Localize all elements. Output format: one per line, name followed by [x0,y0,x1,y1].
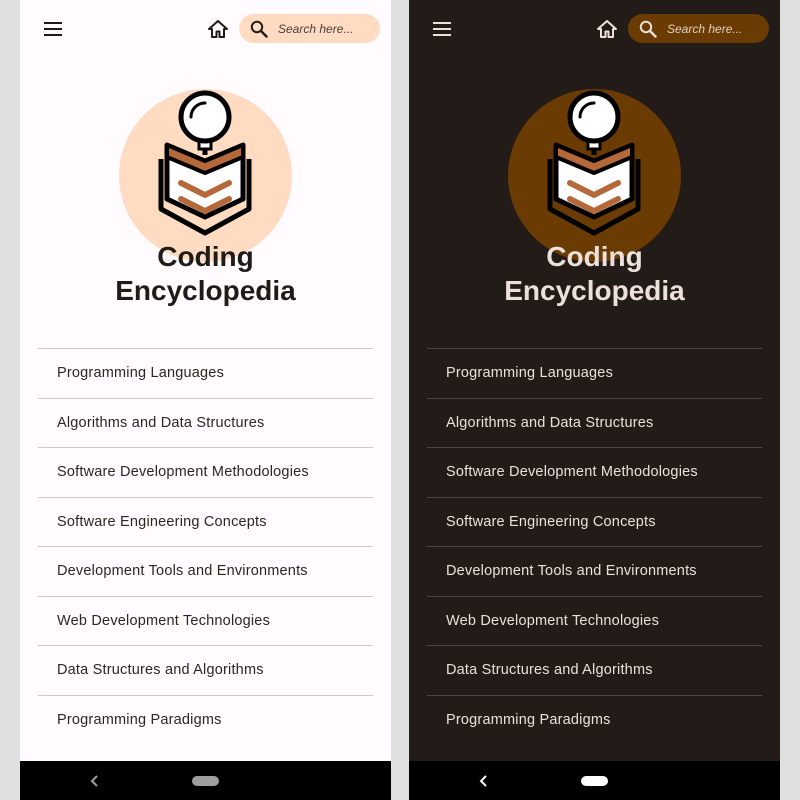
category-list: Programming Languages Algorithms and Dat… [38,348,373,744]
hamburger-menu-icon [433,22,451,36]
top-app-bar [409,0,780,58]
home-icon [597,20,617,38]
category-item[interactable]: Web Development Technologies [427,595,762,646]
category-item[interactable]: Programming Paradigms [427,694,762,745]
system-nav-bar [20,761,391,800]
search-bar[interactable] [628,14,769,43]
category-item[interactable]: Software Development Methodologies [38,447,373,497]
encyclopedia-book-magnifier-icon [547,90,641,236]
app-logo [119,89,292,262]
app-title-line1: Coding [546,241,643,272]
home-pill-icon[interactable] [192,776,219,786]
back-button[interactable] [86,772,104,790]
category-item[interactable]: Software Engineering Concepts [38,496,373,547]
light-theme-screen: Coding Encyclopedia Programming Language… [20,0,391,800]
category-item[interactable]: Programming Languages [427,348,762,398]
category-item[interactable]: Web Development Technologies [38,595,373,646]
category-list: Programming Languages Algorithms and Dat… [427,348,762,744]
category-item[interactable]: Development Tools and Environments [427,546,762,596]
encyclopedia-book-magnifier-icon [158,90,252,236]
app-title-line1: Coding [157,241,254,272]
search-input[interactable] [667,21,762,36]
home-button[interactable] [206,17,230,41]
category-item[interactable]: Programming Paradigms [38,694,373,745]
search-icon [639,19,659,39]
category-item[interactable]: Software Development Methodologies [427,447,762,497]
system-nav-bar [409,761,780,800]
hamburger-menu-icon [44,22,62,36]
search-icon [250,19,270,39]
search-bar[interactable] [239,14,380,43]
home-icon [208,20,228,38]
category-item[interactable]: Data Structures and Algorithms [427,645,762,695]
category-item[interactable]: Algorithms and Data Structures [427,397,762,448]
home-pill-icon[interactable] [581,776,608,786]
back-button[interactable] [475,772,493,790]
back-chevron-icon [479,775,487,787]
category-item[interactable]: Development Tools and Environments [38,546,373,596]
app-title-line2: Encyclopedia [504,275,685,306]
app-title: Coding Encyclopedia [409,240,780,308]
app-logo [508,89,681,262]
menu-button[interactable] [42,18,64,40]
back-chevron-icon [90,775,98,787]
search-input[interactable] [278,21,373,36]
dark-theme-screen: Coding Encyclopedia Programming Language… [409,0,780,800]
category-item[interactable]: Algorithms and Data Structures [38,397,373,448]
app-title-line2: Encyclopedia [115,275,296,306]
category-item[interactable]: Programming Languages [38,348,373,398]
menu-button[interactable] [431,18,453,40]
category-item[interactable]: Software Engineering Concepts [427,496,762,547]
top-app-bar [20,0,391,58]
category-item[interactable]: Data Structures and Algorithms [38,645,373,695]
app-title: Coding Encyclopedia [20,240,391,308]
home-button[interactable] [595,17,619,41]
